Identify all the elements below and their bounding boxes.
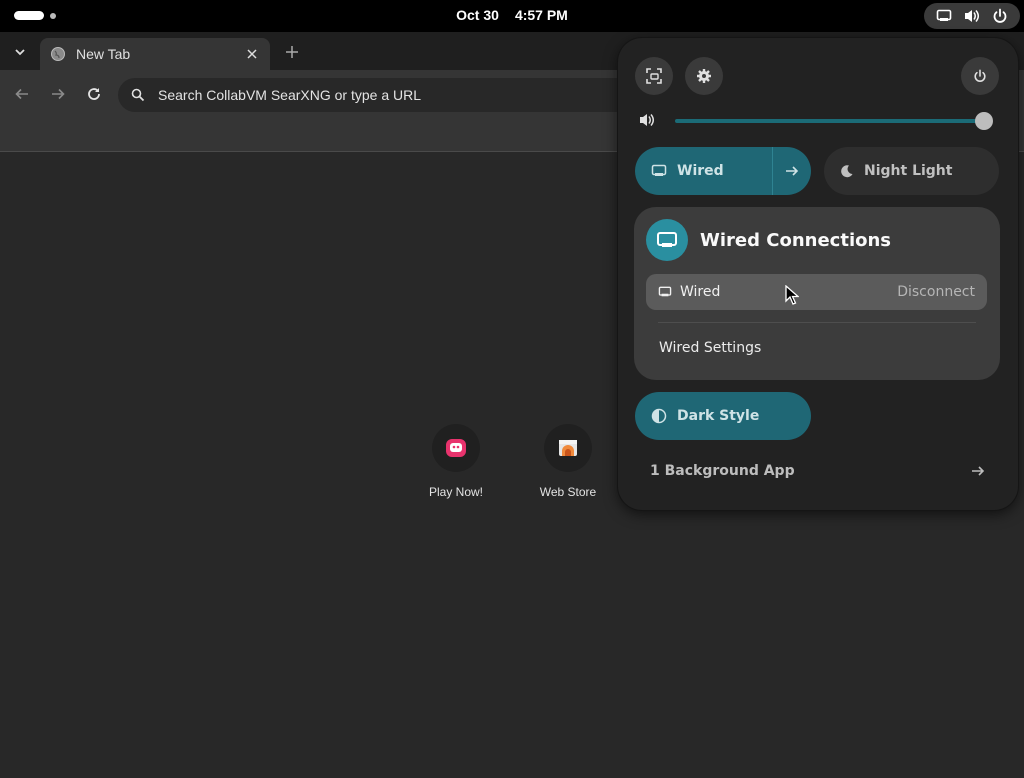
network-wired-icon xyxy=(651,164,667,176)
address-bar[interactable]: Search CollabVM SearXNG or type a URL xyxy=(118,78,638,112)
volume-slider[interactable] xyxy=(675,119,985,123)
volume-icon xyxy=(963,8,981,24)
shortcut-tile xyxy=(544,424,592,472)
shortcut-tile xyxy=(432,424,480,472)
web-store-icon xyxy=(559,440,577,456)
tab-search-button[interactable] xyxy=(8,42,32,62)
mouse-cursor-icon xyxy=(785,284,800,309)
network-wired-icon xyxy=(936,9,952,23)
shortcut-label: Play Now! xyxy=(428,485,484,499)
night-light-label: Night Light xyxy=(864,163,953,179)
play-now-icon xyxy=(446,439,466,457)
moon-icon xyxy=(841,165,853,178)
reload-button[interactable] xyxy=(84,84,104,104)
power-button[interactable] xyxy=(961,57,999,95)
shortcut-play-now[interactable]: Play Now! xyxy=(408,424,504,499)
volume-icon[interactable] xyxy=(638,112,656,132)
night-light-toggle[interactable]: Night Light xyxy=(824,147,999,195)
settings-icon xyxy=(697,69,711,83)
wired-connections-menu: Wired Connections Wired Disconnect Wired… xyxy=(634,207,1000,380)
wired-toggle-label: Wired xyxy=(677,163,724,179)
system-tray[interactable] xyxy=(924,3,1020,29)
dark-style-icon xyxy=(651,408,667,424)
arrow-left-icon xyxy=(15,88,28,100)
wired-toggle[interactable]: Wired xyxy=(635,147,811,195)
chevron-down-icon xyxy=(15,49,25,56)
new-tab-button[interactable] xyxy=(282,42,302,62)
top-bar: Oct 30 4:57 PM xyxy=(0,0,1024,32)
power-icon xyxy=(992,8,1008,24)
wired-connections-title: Wired Connections xyxy=(700,229,892,251)
background-apps-label[interactable]: 1 Background App xyxy=(650,463,795,479)
shortcut-label: Web Store xyxy=(539,485,597,499)
arrow-right-icon xyxy=(786,166,799,176)
screenshot-icon xyxy=(646,68,662,84)
settings-button[interactable] xyxy=(685,57,723,95)
forward-button[interactable] xyxy=(48,84,68,104)
address-bar-placeholder: Search CollabVM SearXNG or type a URL xyxy=(158,87,421,103)
screenshot-button[interactable] xyxy=(635,57,673,95)
wired-connection-item[interactable]: Wired Disconnect xyxy=(646,274,987,310)
tab-title: New Tab xyxy=(76,46,131,62)
volume-slider-handle[interactable] xyxy=(975,112,993,130)
clock-time: 4:57 PM xyxy=(514,7,568,23)
wired-menu-button[interactable] xyxy=(773,147,811,195)
back-button[interactable] xyxy=(12,84,32,104)
wired-settings-item[interactable]: Wired Settings xyxy=(659,340,761,356)
clock[interactable]: Oct 30 4:57 PM xyxy=(0,7,1024,23)
plus-icon xyxy=(286,46,298,58)
search-icon xyxy=(130,87,146,103)
wired-connections-header: Wired Connections xyxy=(646,219,891,261)
dark-style-label: Dark Style xyxy=(677,408,760,424)
network-wired-icon xyxy=(646,219,688,261)
arrow-right-icon[interactable] xyxy=(971,463,985,482)
wired-toggle-main[interactable]: Wired xyxy=(635,147,773,195)
globe-icon xyxy=(50,46,66,62)
menu-separator xyxy=(658,322,976,323)
power-icon xyxy=(974,69,986,82)
tab-new-tab[interactable]: New Tab xyxy=(40,38,270,70)
quick-settings-panel: Wired Night Light Wired Connections Wire… xyxy=(618,38,1018,510)
disconnect-button[interactable]: Disconnect xyxy=(897,284,975,300)
clock-date: Oct 30 xyxy=(456,7,499,23)
close-icon[interactable] xyxy=(244,46,260,62)
arrow-right-icon xyxy=(52,88,65,100)
network-wired-icon xyxy=(658,286,672,297)
dark-style-toggle[interactable]: Dark Style xyxy=(635,392,811,440)
reload-icon xyxy=(88,88,100,100)
shortcut-web-store[interactable]: Web Store xyxy=(520,424,616,499)
